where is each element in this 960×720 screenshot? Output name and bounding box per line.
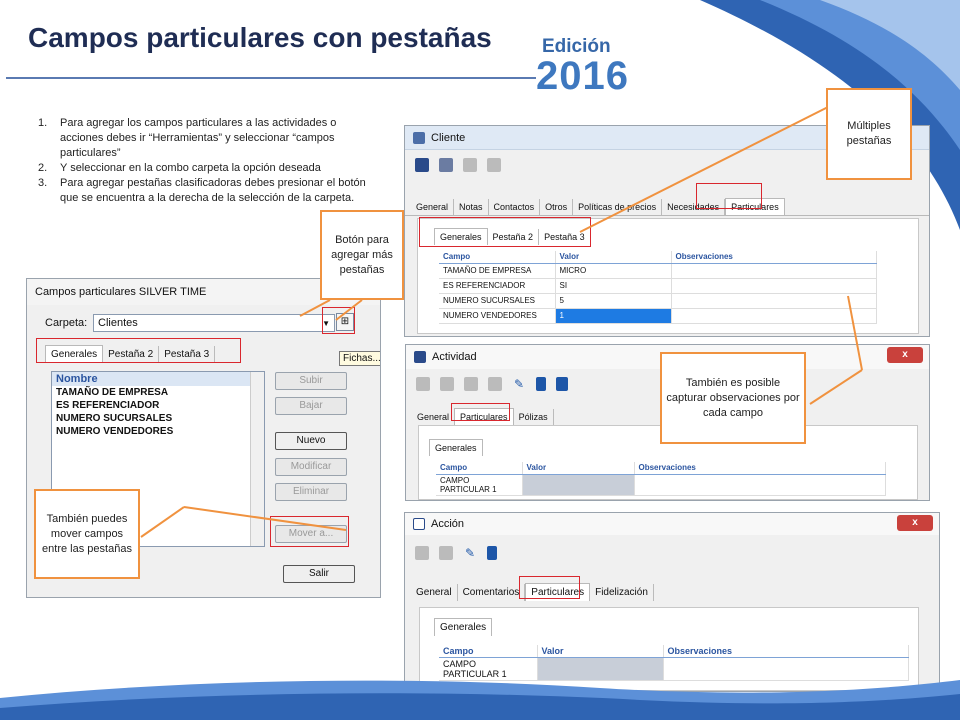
table-row[interactable]: ES REFERENCIADOR SI xyxy=(439,278,877,294)
accion-window: Acción x ✎ General Comentarios Particula… xyxy=(404,512,940,692)
actividad-fields-grid: Campo Valor Observaciones CAMPO PARTICUL… xyxy=(436,462,886,496)
column-campo: Campo xyxy=(439,251,556,264)
tab-polizas[interactable]: Pólizas xyxy=(514,409,554,425)
column-observaciones: Observaciones xyxy=(671,251,877,264)
save-close-icon[interactable] xyxy=(439,546,453,560)
highlight-particulares-tab-actividad xyxy=(451,403,510,421)
column-observaciones: Observaciones xyxy=(663,645,909,658)
action-icon xyxy=(413,518,425,530)
column-campo: Campo xyxy=(439,645,538,658)
column-valor: Valor xyxy=(522,462,635,475)
slide-title: Campos particulares con pestañas xyxy=(28,22,492,53)
highlight-add-tab-button xyxy=(322,307,355,334)
column-campo: Campo xyxy=(436,462,523,475)
save-close-icon[interactable] xyxy=(440,377,454,391)
tab-politicas[interactable]: Políticas de precios xyxy=(573,199,663,215)
salir-button[interactable]: Salir xyxy=(283,565,355,583)
highlight-dialog-tabs xyxy=(36,338,241,363)
footer-wave-decoration xyxy=(0,680,960,720)
folder-label: Carpeta: xyxy=(45,317,88,329)
list-scrollbar[interactable] xyxy=(250,372,264,546)
instruction-item: 2. Y seleccionar en la combo carpeta la o… xyxy=(38,162,321,174)
edit-icon[interactable]: ✎ xyxy=(463,546,477,560)
highlight-subtabs-cliente xyxy=(419,217,591,247)
delete-icon[interactable] xyxy=(487,158,501,172)
delete-icon[interactable] xyxy=(487,546,497,560)
table-row[interactable]: CAMPO PARTICULAR 1 xyxy=(436,474,886,496)
bajar-button[interactable]: Bajar xyxy=(275,397,347,415)
save-icon[interactable] xyxy=(415,158,429,172)
table-row[interactable]: NUMERO VENDEDORES 1 xyxy=(439,308,877,324)
check-icon[interactable] xyxy=(464,377,478,391)
tab-general[interactable]: General xyxy=(412,409,454,425)
accion-tabs: General Comentarios Particulares Fideliz… xyxy=(405,579,939,601)
tab-general[interactable]: General xyxy=(411,199,455,215)
title-rule xyxy=(6,77,536,79)
tab-fidelizacion[interactable]: Fidelización xyxy=(590,584,654,601)
highlight-particulares-tab-cliente xyxy=(696,183,762,209)
save-icon[interactable] xyxy=(416,377,430,391)
edit-icon[interactable]: ✎ xyxy=(512,377,526,391)
window-title: Actividad xyxy=(432,351,477,363)
list-item[interactable]: TAMAÑO DE EMPRESA xyxy=(52,386,264,399)
calendar-icon xyxy=(414,351,426,363)
print-icon[interactable] xyxy=(556,377,568,391)
highlight-move-button xyxy=(270,516,349,547)
table-row[interactable]: NUMERO SUCURSALES 5 xyxy=(439,293,877,309)
list-item[interactable]: ES REFERENCIADOR xyxy=(52,399,264,412)
cliente-tabs: General Notas Contactos Otros Políticas … xyxy=(405,194,929,216)
instruction-item: 1. Para agregar los campos particulares a… xyxy=(38,117,337,159)
column-observaciones: Observaciones xyxy=(634,462,886,475)
save-close-icon[interactable] xyxy=(439,158,453,172)
list-item[interactable]: NUMERO SUCURSALES xyxy=(52,412,264,425)
accion-subtabs: Generales xyxy=(420,614,918,636)
subir-button[interactable]: Subir xyxy=(275,372,347,390)
edit-icon[interactable] xyxy=(463,158,477,172)
instructions-list: 1. Para agregar los campos particulares a… xyxy=(38,116,378,206)
callout-multiple-tabs: Múltiples pestañas xyxy=(826,88,912,180)
instruction-item: 3. Para agregar pestañas clasificadoras d… xyxy=(38,177,366,204)
eliminar-button[interactable]: Eliminar xyxy=(275,483,347,501)
column-valor: Valor xyxy=(537,645,664,658)
modificar-button[interactable]: Modificar xyxy=(275,458,347,476)
window-title: Cliente xyxy=(431,131,466,144)
callout-move-fields: También puedes mover campos entre las pe… xyxy=(34,489,140,579)
close-button[interactable]: x xyxy=(897,515,933,531)
tab-notas[interactable]: Notas xyxy=(454,199,489,215)
tab-otros[interactable]: Otros xyxy=(540,199,574,215)
callout-observations: También es posible capturar observacione… xyxy=(660,352,806,444)
close-button[interactable]: x xyxy=(887,347,923,363)
save-icon[interactable] xyxy=(415,546,429,560)
fichas-tooltip: Fichas... xyxy=(339,351,380,366)
check-edit-icon[interactable] xyxy=(488,377,502,391)
column-valor: Valor xyxy=(555,251,672,264)
cliente-fields-grid: Campo Valor Observaciones TAMAÑO DE EMPR… xyxy=(439,251,877,324)
subtab-generales[interactable]: Generales xyxy=(429,439,483,456)
table-row[interactable]: TAMAÑO DE EMPRESA MICRO xyxy=(439,263,877,279)
tab-contactos[interactable]: Contactos xyxy=(489,199,541,215)
window-title: Acción xyxy=(431,518,465,530)
subtab-generales[interactable]: Generales xyxy=(434,618,493,636)
dialog-title: Campos particulares SILVER TIME xyxy=(35,286,207,298)
edition-year: 2016 xyxy=(536,54,629,98)
nuevo-button[interactable]: Nuevo xyxy=(275,432,347,450)
accion-titlebar: Acción x xyxy=(405,513,939,535)
person-icon xyxy=(413,131,425,144)
accion-toolbar: ✎ xyxy=(405,535,939,571)
tab-comentarios[interactable]: Comentarios xyxy=(458,584,526,601)
list-item[interactable]: NUMERO VENDEDORES xyxy=(52,425,264,438)
callout-add-tab: Botón para agregar más pestañas xyxy=(320,210,404,300)
highlight-particulares-tab-accion xyxy=(519,576,580,599)
tab-general[interactable]: General xyxy=(411,584,458,601)
folder-select[interactable]: Clientes ▼ xyxy=(93,314,335,332)
delete-icon[interactable] xyxy=(536,377,546,391)
list-header: Nombre xyxy=(52,372,264,386)
